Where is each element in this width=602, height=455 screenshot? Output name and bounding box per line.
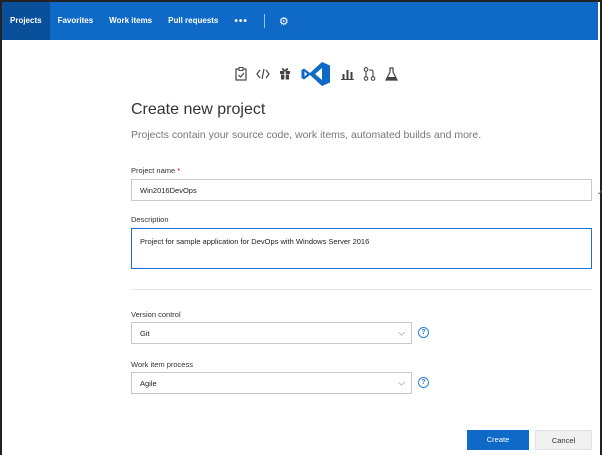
- help-icon[interactable]: ?: [418, 327, 429, 338]
- work-item-process-value: Agile: [140, 378, 157, 388]
- top-nav-bar: Projects Favorites Work items Pull reque…: [2, 2, 598, 40]
- help-icon[interactable]: ?: [418, 377, 429, 388]
- project-name-input[interactable]: Win2016DevOps: [131, 179, 592, 201]
- gift-icon: [274, 67, 296, 83]
- nav-separator: [263, 14, 265, 28]
- project-name-label-text: Project name: [131, 166, 176, 175]
- required-marker: *: [177, 166, 181, 175]
- section-divider: [131, 289, 592, 290]
- visual-studio-logo-icon: [296, 61, 336, 90]
- version-control-select[interactable]: Git ⌵: [131, 322, 412, 344]
- clipboard-check-icon: [230, 66, 252, 84]
- page-title: Create new project: [131, 101, 266, 118]
- project-name-value: Win2016DevOps: [140, 185, 197, 195]
- description-label: Description: [131, 215, 169, 224]
- flask-icon: [380, 66, 402, 84]
- description-textarea[interactable]: Project for sample application for DevOp…: [131, 228, 592, 269]
- chart-bars-icon: [336, 67, 358, 83]
- page-subtitle: Projects contain your source code, work …: [131, 129, 482, 141]
- code-icon: [252, 68, 274, 83]
- chevron-down-icon: ⌵: [398, 327, 405, 338]
- chevron-down-icon: ⌵: [398, 377, 405, 388]
- work-item-process-label: Work item process: [131, 360, 193, 369]
- pull-request-icon: [358, 66, 380, 84]
- version-control-value: Git: [140, 328, 150, 338]
- nav-more-icon[interactable]: •••: [226, 16, 256, 27]
- nav-favorites[interactable]: Favorites: [50, 2, 102, 40]
- project-name-label: Project name *: [131, 166, 180, 175]
- nav-pull-requests[interactable]: Pull requests: [160, 2, 226, 40]
- project-feature-icons: [230, 58, 490, 92]
- gear-icon[interactable]: ⚙: [273, 15, 295, 28]
- cancel-button[interactable]: Cancel: [535, 430, 592, 450]
- nav-work-items[interactable]: Work items: [101, 2, 160, 40]
- description-value: Project for sample application for DevOp…: [140, 237, 370, 246]
- work-item-process-select[interactable]: Agile ⌵: [131, 372, 412, 394]
- nav-projects[interactable]: Projects: [2, 2, 50, 40]
- valid-check-icon: ✓: [597, 188, 602, 197]
- create-button[interactable]: Create: [467, 430, 529, 450]
- version-control-label: Version control: [131, 310, 181, 319]
